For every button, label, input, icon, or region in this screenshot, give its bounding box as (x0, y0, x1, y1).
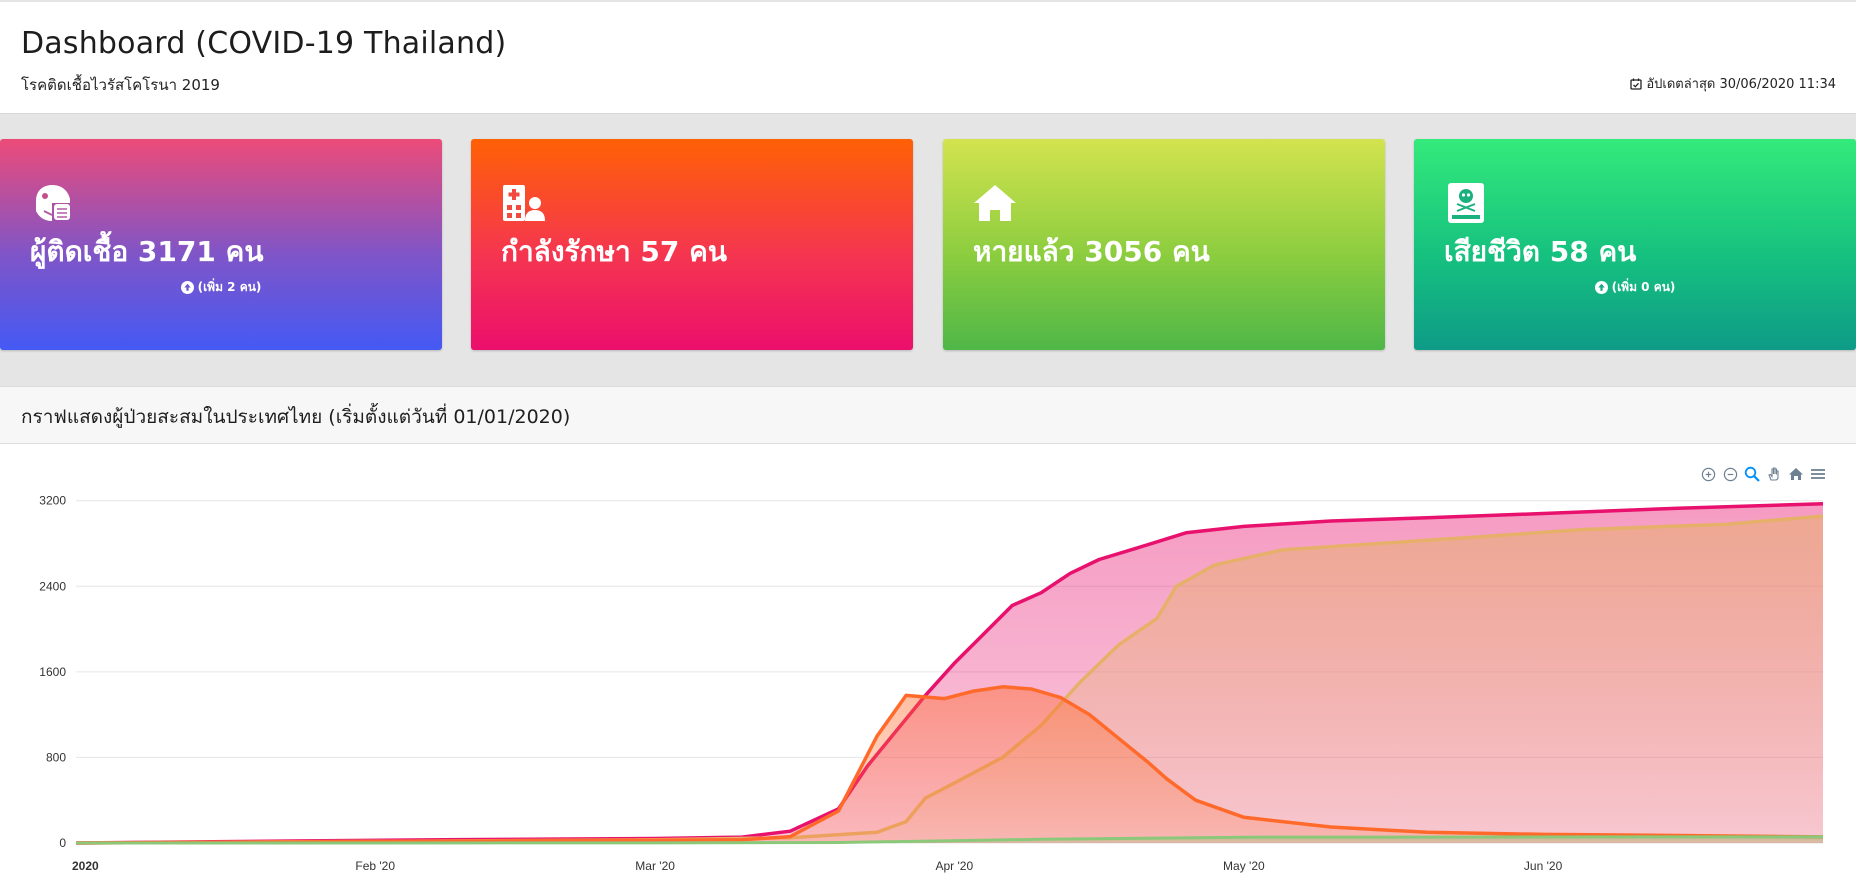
page-subtitle: โรคติดเชื้อไวรัสโคโรนา 2019 (21, 76, 220, 94)
deaths-delta-text: (เพิ่ม 0 คน) (1611, 280, 1676, 294)
card-treating[interactable]: กำลังรักษา 57 คน (471, 139, 913, 350)
y-tick-label: 3200 (39, 494, 66, 508)
y-tick-label: 800 (46, 750, 66, 764)
arrow-circle-up-icon (180, 281, 194, 294)
last-updated-text: อัปเดตล่าสุด 30/06/2020 11:34 (1646, 77, 1836, 92)
cumulative-cases-chart[interactable]: 0 800 1600 2400 3200 2020 Feb '20 Mar '20 Apr '2… (0, 444, 1856, 887)
chart-header: กราฟแสดงผู้ป่วยสะสมในประเทศไทย (เริ่มตั้… (0, 387, 1856, 444)
header: Dashboard (COVID-19 Thailand) โรคติดเชื้… (0, 2, 1856, 114)
treating-count: กำลังรักษา 57 คน (501, 235, 728, 268)
book-skull-icon (1448, 183, 1484, 223)
calendar-check-icon (1630, 78, 1642, 90)
page-title: Dashboard (COVID-19 Thailand) (21, 26, 507, 61)
home-icon (974, 185, 1016, 221)
confirmed-count: ผู้ติดเชื้อ 3171 คน (30, 235, 264, 268)
y-tick-label: 1600 (39, 665, 66, 679)
x-tick-label: Mar '20 (635, 859, 675, 873)
mask-face-icon (36, 185, 70, 221)
x-tick-label: Apr '20 (935, 859, 973, 873)
chart-title: กราฟแสดงผู้ป่วยสะสมในประเทศไทย (เริ่มตั้… (21, 406, 571, 428)
x-tick-label: 2020 (72, 859, 99, 873)
chart-panel: กราฟแสดงผู้ป่วยสะสมในประเทศไทย (เริ่มตั้… (0, 386, 1856, 887)
confirmed-delta-text: (เพิ่ม 2 คน) (197, 280, 262, 294)
hospital-user-icon (503, 185, 545, 221)
dashboard-page: Dashboard (COVID-19 Thailand) โรคติดเชื้… (0, 0, 1856, 887)
x-tick-label: May '20 (1223, 859, 1265, 873)
arrow-circle-up-icon (1594, 281, 1608, 294)
recovered-count: หายแล้ว 3056 คน (973, 235, 1210, 268)
card-deaths[interactable]: เสียชีวิต 58 คน (เพิ่ม 0 คน) (1414, 139, 1856, 350)
x-tick-label: Jun '20 (1524, 859, 1563, 873)
y-tick-label: 2400 (39, 579, 66, 593)
card-confirmed[interactable]: ผู้ติดเชื้อ 3171 คน (เพิ่ม 2 คน) (0, 139, 442, 350)
deaths-delta: (เพิ่ม 0 คน) (1414, 278, 1856, 297)
confirmed-delta: (เพิ่ม 2 คน) (0, 278, 442, 297)
deaths-count: เสียชีวิต 58 คน (1444, 235, 1637, 268)
last-updated: อัปเดตล่าสุด 30/06/2020 11:34 (1630, 73, 1836, 94)
x-tick-label: Feb '20 (355, 859, 395, 873)
y-tick-label: 0 (59, 836, 66, 850)
card-recovered[interactable]: หายแล้ว 3056 คน (943, 139, 1385, 350)
